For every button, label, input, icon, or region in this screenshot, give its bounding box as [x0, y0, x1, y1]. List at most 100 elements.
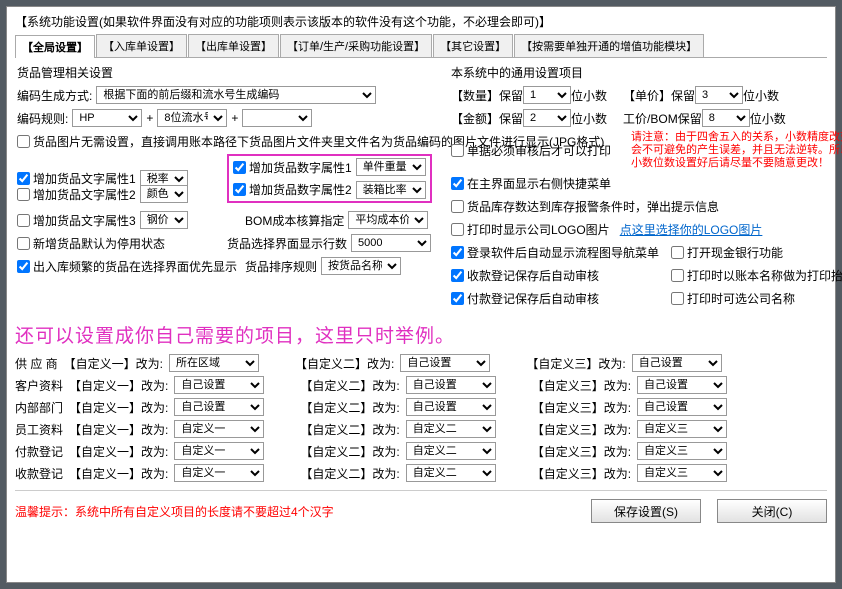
custom-c3-label: 【自定义三】改为:: [526, 355, 625, 372]
custom-c2-label: 【自定义二】改为:: [300, 421, 399, 438]
chk9[interactable]: [451, 292, 464, 305]
custom-group-label: 客户资料: [15, 377, 63, 394]
sort-select[interactable]: 按货品名称: [321, 257, 401, 275]
custom-c1-select[interactable]: 自定义一: [174, 442, 264, 460]
custom-c3-label: 【自定义三】改为:: [532, 421, 631, 438]
tab-other[interactable]: 【其它设置】: [433, 34, 513, 57]
rows-select[interactable]: 5000: [351, 234, 431, 252]
custom-c2-select[interactable]: 自定义二: [406, 464, 496, 482]
freq-label: 出入库频繁的货品在选择界面优先显示: [33, 258, 237, 275]
chk2-label: 在主界面显示右侧快捷菜单: [467, 175, 611, 192]
rows-label: 货品选择界面显示行数: [227, 235, 347, 252]
attr-t1-checkbox[interactable]: [17, 172, 30, 185]
wage-dec: 位小数: [750, 110, 786, 127]
plus-2: +: [227, 111, 242, 125]
save-button[interactable]: 保存设置(S): [591, 499, 701, 523]
price-select[interactable]: 3: [695, 86, 743, 104]
custom-c1-select[interactable]: 所在区域: [169, 354, 259, 372]
new-stop-label: 新增货品默认为停用状态: [33, 235, 165, 252]
chk4[interactable]: [451, 223, 464, 236]
custom-c1-select[interactable]: 自定义一: [174, 464, 264, 482]
settings-window: 【系统功能设置(如果软件界面没有对应的功能项则表示该版本的软件没有这个功能，不必…: [6, 6, 836, 583]
attr-t2-select[interactable]: 颜色: [140, 185, 188, 203]
custom-c2-label: 【自定义二】改为:: [300, 443, 399, 460]
sort-label: 货品排序规则: [245, 258, 317, 275]
custom-c1-select[interactable]: 自定义一: [174, 420, 264, 438]
chk6[interactable]: [671, 246, 684, 259]
bom-select[interactable]: 平均成本价: [348, 211, 428, 229]
qty-label: 【数量】保留: [451, 87, 523, 104]
chk1[interactable]: [451, 144, 464, 157]
custom-c2-select[interactable]: 自定义二: [406, 442, 496, 460]
tab-order[interactable]: 【订单/生产/采购功能设置】: [280, 34, 432, 57]
tab-addon[interactable]: 【按需要单独开通的增值功能模块】: [514, 34, 704, 57]
attr-n2-select[interactable]: 装箱比率: [356, 181, 426, 199]
attr-t3-checkbox[interactable]: [17, 214, 30, 227]
attr-t2-checkbox[interactable]: [17, 188, 30, 201]
custom-c3-select[interactable]: 自定义三: [637, 442, 727, 460]
custom-group-label: 员工资料: [15, 421, 63, 438]
chk8-label: 打印时以账本名称做为打印抬头: [687, 267, 842, 284]
new-stop-checkbox[interactable]: [17, 237, 30, 250]
attr-t3-select[interactable]: 钢价: [140, 211, 188, 229]
gen-select[interactable]: 根据下面的前后缀和流水号生成编码: [96, 86, 376, 104]
chk5[interactable]: [451, 246, 464, 259]
logo-link[interactable]: 点这里选择你的LOGO图片: [620, 221, 763, 238]
attr-t3-label: 增加货品文字属性3: [33, 212, 136, 229]
rule-prefix-select[interactable]: HP: [72, 109, 142, 127]
amt-label: 【金额】保留: [451, 110, 523, 127]
custom-c2-select[interactable]: 自己设置: [406, 398, 496, 416]
custom-c1-label: 【自定义一】改为:: [69, 443, 168, 460]
custom-row: 收款登记【自定义一】改为:自定义一【自定义二】改为:自定义二【自定义三】改为:自…: [15, 464, 827, 482]
custom-c2-select[interactable]: 自己设置: [406, 376, 496, 394]
custom-c3-select[interactable]: 自己设置: [632, 354, 722, 372]
qty-dec: 位小数: [571, 87, 607, 104]
custom-row: 客户资料【自定义一】改为:自己设置【自定义二】改为:自己设置【自定义三】改为:自…: [15, 376, 827, 394]
custom-group-label: 内部部门: [15, 399, 63, 416]
window-title: 【系统功能设置(如果软件界面没有对应的功能项则表示该版本的软件没有这个功能，不必…: [15, 11, 827, 34]
chk7-label: 收款登记保存后自动审核: [467, 267, 599, 284]
custom-c1-label: 【自定义一】改为:: [69, 399, 168, 416]
custom-c1-select[interactable]: 自己设置: [174, 398, 264, 416]
rule-flow-select[interactable]: 8位流水号: [157, 109, 227, 127]
tab-outbound[interactable]: 【出库单设置】: [188, 34, 279, 57]
price-label: 【单价】保留: [623, 87, 695, 104]
tab-global[interactable]: 【全局设置】: [15, 35, 95, 58]
footer-tip: 温馨提示：系统中所有自定义项目的长度请不要超过4个汉字: [15, 503, 575, 520]
chk10[interactable]: [671, 292, 684, 305]
custom-group-label: 付款登记: [15, 443, 63, 460]
attr-n1-checkbox[interactable]: [233, 161, 246, 174]
custom-c3-select[interactable]: 自定义三: [637, 420, 727, 438]
chk1-label: 单据必须审核后才可以打印: [467, 142, 611, 159]
custom-c1-select[interactable]: 自己设置: [174, 376, 264, 394]
tab-bar: 【全局设置】 【入库单设置】 【出库单设置】 【订单/生产/采购功能设置】 【其…: [15, 34, 827, 58]
rule-suffix-select[interactable]: [242, 109, 312, 127]
custom-fields-grid: 供 应 商【自定义一】改为:所在区域【自定义二】改为:自己设置【自定义三】改为:…: [15, 354, 827, 482]
right-section-title: 本系统中的通用设置项目: [451, 64, 842, 81]
chk3-label: 货品库存数达到库存报警条件时，弹出提示信息: [467, 198, 719, 215]
custom-c2-select[interactable]: 自定义二: [406, 420, 496, 438]
qty-select[interactable]: 1: [523, 86, 571, 104]
custom-c3-select[interactable]: 自己设置: [637, 398, 727, 416]
amt-select[interactable]: 2: [523, 109, 571, 127]
chk3[interactable]: [451, 200, 464, 213]
custom-c3-select[interactable]: 自己设置: [637, 376, 727, 394]
wage-select[interactable]: 8: [702, 109, 750, 127]
attr-n2-checkbox[interactable]: [233, 183, 246, 196]
custom-c1-label: 【自定义一】改为:: [69, 465, 168, 482]
custom-row: 供 应 商【自定义一】改为:所在区域【自定义二】改为:自己设置【自定义三】改为:…: [15, 354, 827, 372]
chk7[interactable]: [451, 269, 464, 282]
close-button[interactable]: 关闭(C): [717, 499, 827, 523]
chk9-label: 付款登记保存后自动审核: [467, 290, 599, 307]
pic-checkbox[interactable]: [17, 135, 30, 148]
chk8[interactable]: [671, 269, 684, 282]
tab-inbound[interactable]: 【入库单设置】: [96, 34, 187, 57]
custom-c3-select[interactable]: 自定义三: [637, 464, 727, 482]
custom-c1-label: 【自定义一】改为:: [64, 355, 163, 372]
annotation-text: 还可以设置成你自己需要的项目，这里只时举例。: [15, 321, 827, 348]
custom-c2-select[interactable]: 自己设置: [400, 354, 490, 372]
custom-c1-label: 【自定义一】改为:: [69, 421, 168, 438]
chk2[interactable]: [451, 177, 464, 190]
freq-checkbox[interactable]: [17, 260, 30, 273]
attr-n1-select[interactable]: 单件重量: [356, 158, 426, 176]
